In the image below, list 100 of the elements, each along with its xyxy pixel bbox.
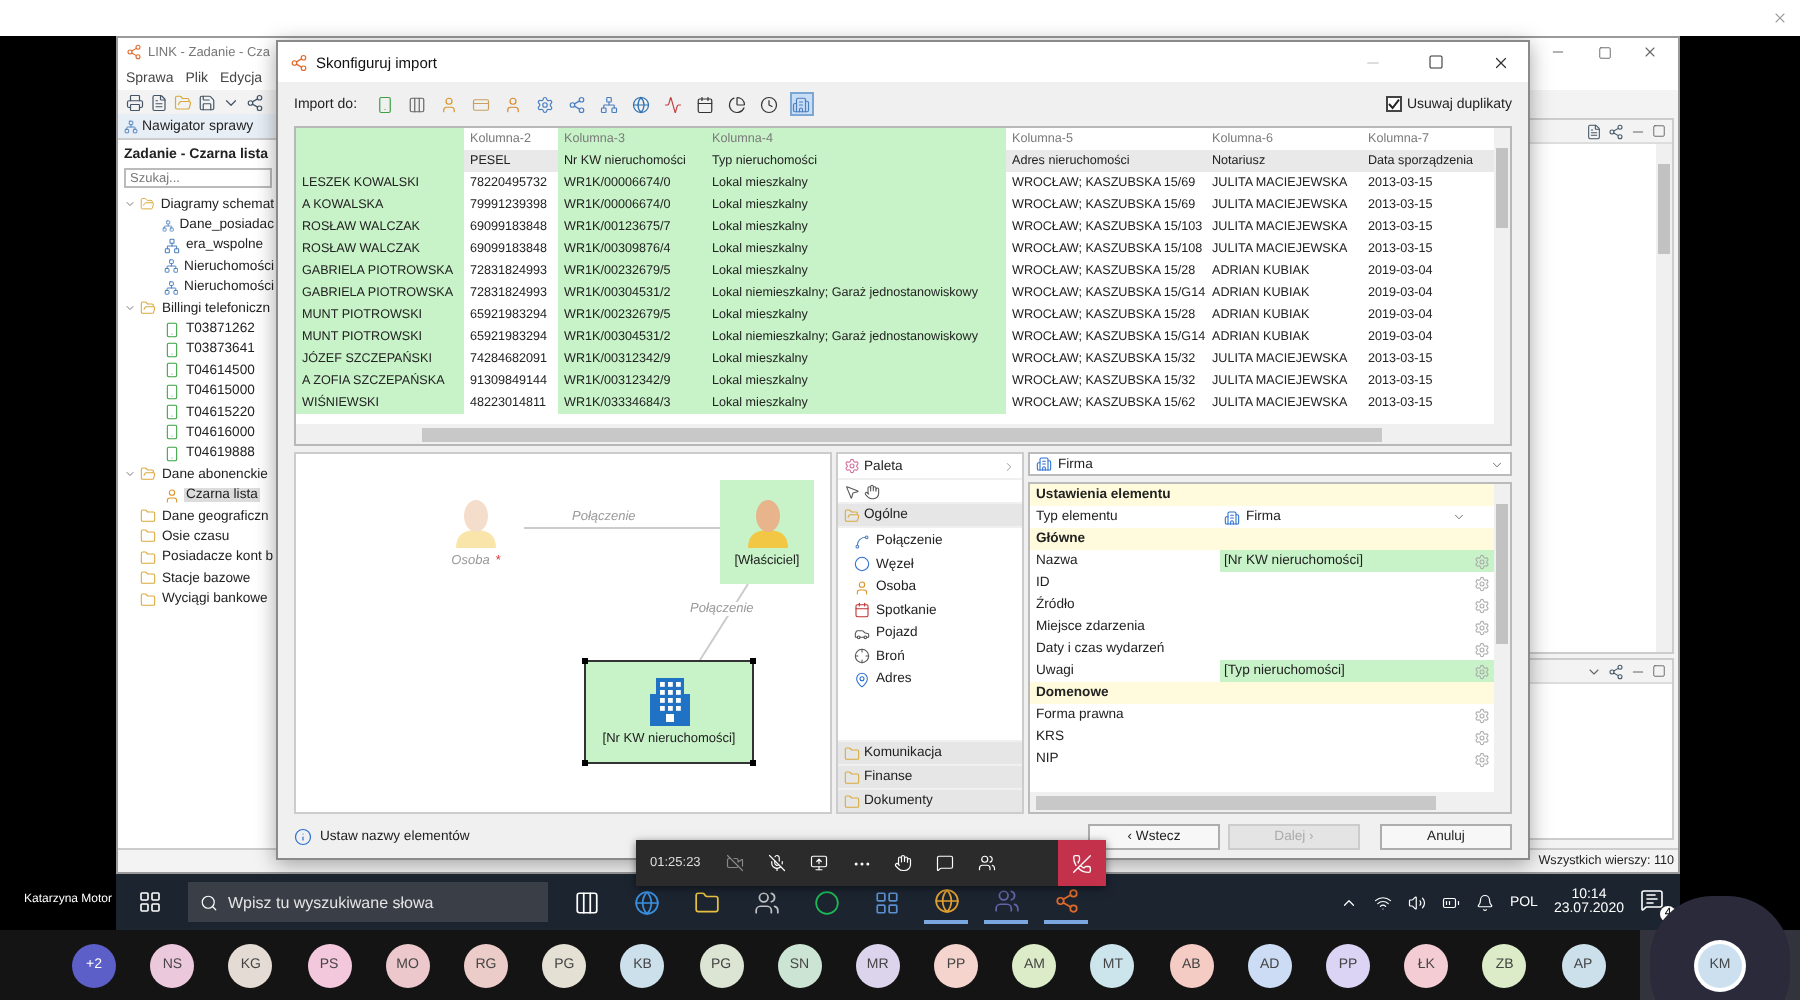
- browser-icon[interactable]: [633, 889, 659, 915]
- checkbox[interactable]: [1386, 96, 1403, 112]
- chart-button[interactable]: [661, 92, 686, 116]
- battery-icon: [1441, 893, 1460, 911]
- search-field[interactable]: Wpisz tu wyszukiwane słowa: [188, 882, 548, 922]
- caret-icon: [1490, 457, 1504, 471]
- pointer-icon[interactable]: [844, 483, 860, 499]
- folder-icon: [140, 549, 156, 566]
- building-button[interactable]: [789, 92, 814, 116]
- clock-button[interactable]: [757, 92, 782, 116]
- resize-handle[interactable]: [582, 760, 588, 766]
- calendar-icon: [696, 95, 715, 113]
- windows-icon[interactable]: [138, 890, 162, 914]
- printer-icon[interactable]: [126, 93, 144, 111]
- gear-icon[interactable]: [1474, 707, 1490, 723]
- network-icon: [124, 119, 138, 133]
- scrollbar[interactable]: [1656, 144, 1672, 653]
- calendar-icon: [854, 602, 870, 619]
- gear-icon[interactable]: [1474, 663, 1490, 679]
- music-icon[interactable]: [813, 889, 839, 915]
- calendar-button[interactable]: [693, 92, 718, 116]
- volume-icon: [1407, 893, 1426, 911]
- search-icon: [200, 893, 218, 911]
- network-button[interactable]: [597, 92, 622, 116]
- folder-icon: [140, 508, 156, 525]
- share-icon: [568, 95, 587, 113]
- maximize-icon: [1597, 45, 1611, 59]
- share-icon: [1608, 123, 1624, 139]
- resize-handle[interactable]: [750, 760, 756, 766]
- gear-icon[interactable]: [1474, 619, 1490, 635]
- app-logo-icon: [290, 53, 308, 71]
- gear-icon[interactable]: [1474, 729, 1490, 745]
- phone-icon: [164, 341, 180, 358]
- browser-icon[interactable]: [933, 887, 959, 913]
- maximize-icon: [1428, 54, 1444, 70]
- gear-icon[interactable]: [1474, 597, 1490, 613]
- app-logo-icon[interactable]: [1053, 887, 1079, 913]
- chat-icon: [936, 854, 955, 872]
- chevron-icon[interactable]: [124, 198, 136, 211]
- scrollbar[interactable]: [296, 424, 1510, 444]
- gear-icon[interactable]: [1474, 553, 1490, 569]
- info-icon: [294, 827, 312, 845]
- person-icon: [450, 496, 502, 548]
- network-icon: [600, 95, 619, 113]
- car-icon: [854, 625, 870, 642]
- chevron-icon[interactable]: [124, 302, 136, 315]
- share-button[interactable]: [565, 92, 590, 116]
- folder-icon[interactable]: [693, 889, 719, 915]
- people-icon: [978, 854, 997, 872]
- gear-button[interactable]: [533, 92, 558, 116]
- folder-icon: [844, 745, 860, 761]
- caret-icon: [1002, 459, 1016, 473]
- folder-icon: [844, 769, 860, 785]
- phone-icon: [164, 362, 180, 379]
- pie-chart-button[interactable]: [725, 92, 750, 116]
- network-icon: [164, 237, 180, 254]
- phone-icon: [164, 383, 180, 400]
- calculator-icon[interactable]: [873, 889, 899, 915]
- document-icon: [1586, 123, 1602, 139]
- network-icon: [1373, 893, 1392, 911]
- building-icon: [792, 95, 811, 113]
- document-icon[interactable]: [150, 93, 168, 111]
- phone-icon: [164, 424, 180, 441]
- connector-icon: [854, 533, 870, 550]
- columns-button[interactable]: [405, 92, 430, 116]
- globe-button[interactable]: [629, 92, 654, 116]
- task-view-icon[interactable]: [573, 889, 599, 915]
- caret-icon: [1452, 510, 1466, 524]
- person-icon: [504, 95, 523, 113]
- hand-icon: [894, 854, 913, 872]
- share-icon[interactable]: [246, 93, 264, 111]
- crosshair-icon: [854, 648, 870, 665]
- person-icon: [164, 487, 180, 504]
- pie-chart-icon: [728, 95, 747, 113]
- hang-up-button[interactable]: [1058, 840, 1106, 886]
- people-icon[interactable]: [753, 889, 779, 915]
- close-icon: [1491, 53, 1509, 71]
- chevron-icon[interactable]: [124, 468, 136, 481]
- folder-icon: [844, 507, 860, 523]
- save-icon[interactable]: [198, 93, 216, 111]
- scrollbar[interactable]: [1494, 484, 1510, 792]
- person-icon: [440, 95, 459, 113]
- gear-icon[interactable]: [1474, 751, 1490, 767]
- phone-icon: [164, 404, 180, 421]
- scrollbar[interactable]: [1030, 792, 1510, 812]
- folder-icon: [140, 466, 156, 483]
- pin-icon: [854, 671, 870, 688]
- scrollbar[interactable]: [1494, 128, 1510, 424]
- folder-icon: [140, 528, 156, 545]
- gear-icon[interactable]: [1474, 641, 1490, 657]
- teams-icon[interactable]: [993, 887, 1019, 913]
- network-icon: [161, 217, 174, 234]
- folder-icon: [140, 196, 155, 213]
- hand-icon[interactable]: [864, 483, 880, 499]
- mic-off-icon: [768, 854, 787, 872]
- gear-icon[interactable]: [1474, 575, 1490, 591]
- resize-handle[interactable]: [750, 658, 756, 664]
- maximize-icon: [1652, 124, 1666, 138]
- resize-handle[interactable]: [582, 658, 588, 664]
- notifications-icon[interactable]: [1640, 888, 1664, 912]
